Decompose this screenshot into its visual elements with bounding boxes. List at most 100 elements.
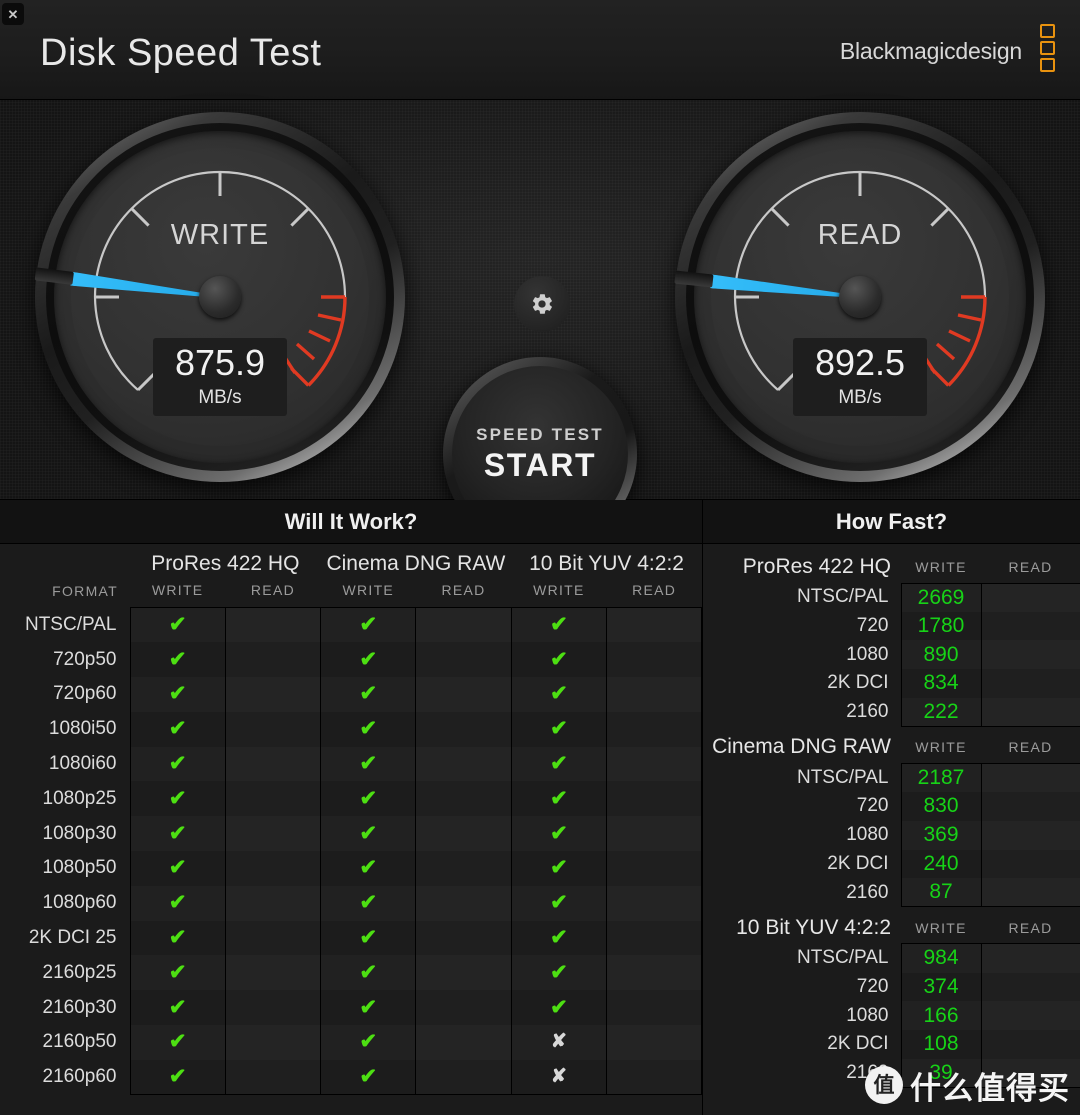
compat-cell-read [415,746,512,782]
table-row: 2K DCI 25 ✔ ✔ ✔ [0,920,703,956]
page-title: Disk Speed Test [40,32,322,74]
compat-cell-write: ✔ [320,711,416,747]
check-icon: ✔ [168,613,187,637]
will-it-work-table: ProRes 422 HQ Cinema DNG RAW 10 Bit YUV … [0,544,703,1096]
resolution-row-label: 720 [856,795,889,817]
resolution-row-label: NTSC/PAL [796,947,889,969]
how-fast-header: How Fast? [703,500,1080,544]
cross-icon: ✘ [550,1066,567,1087]
will-it-work-header: Will It Work? [0,500,702,544]
compat-cell-write: ✔ [510,955,607,991]
table-row: 1080i50 ✔ ✔ ✔ [0,711,703,747]
close-icon[interactable]: ✕ [2,3,24,25]
table-row: 2K DCI 834 [703,669,1080,698]
compat-cell-write: ✔ [129,642,226,678]
compat-cell-read [606,816,703,852]
resolution-row-label: 1080 [846,1004,889,1026]
table-row: 1080 890 [703,640,1080,670]
check-icon: ✔ [168,821,187,845]
table-sub-header-row: FORMAT WRITE READ WRITE READ WRITE READ [0,578,702,608]
compat-cell-read [606,711,703,747]
cross-icon: ✘ [550,1031,567,1053]
check-icon: ✔ [359,786,378,810]
compat-cell-read [606,607,703,643]
table-row: 2160 87 [703,878,1080,908]
speed-cell-write: 1780 [900,611,981,641]
compat-cell-read [606,955,703,991]
table-row: 720p60 ✔ ✔ ✔ [0,677,703,712]
compat-cell-write: ✔ [320,920,416,956]
start-button-subtitle: SPEED TEST [476,424,604,444]
start-button-label: START [483,446,597,483]
compat-cell-read [415,781,512,817]
format-row-label: 2160p30 [42,996,117,1018]
check-icon: ✔ [359,1030,378,1054]
write-gauge: WRITE 875.9 MB/s [34,112,405,482]
sub-header-read: READ [1008,558,1053,575]
table-row: 2160p60 ✔ ✔ ✘ [0,1059,703,1096]
how-fast-panel: How Fast? ProRes 422 HQ WRITE READ NTSC/PAL… [703,500,1080,1115]
speed-cell-read [980,972,1080,1002]
check-icon: ✔ [168,891,187,915]
resolution-row-label: 720 [856,615,889,637]
compat-cell-read [415,607,512,643]
sub-header-write: WRITE [915,919,967,936]
check-icon: ✔ [359,752,378,776]
gear-icon [532,294,552,314]
compat-cell-read [606,1025,703,1060]
compat-cell-write: ✔ [129,851,226,886]
compat-cell-write: ✔ [129,677,226,712]
compat-cell-write: ✔ [129,885,226,921]
check-icon: ✔ [550,856,568,880]
format-row-label: 2160p25 [42,961,117,983]
speed-cell-read [980,849,1080,879]
speed-cell-write: 240 [900,849,981,879]
resolution-row-label: 720 [856,975,889,997]
compat-cell-read [224,781,321,817]
write-value: 875.9 [174,342,266,383]
speed-cell-read [980,820,1080,850]
disk-speed-test-window: ✕ Disk Speed Test Blackmagicdesign WRITE… [0,0,1080,1115]
compat-cell-write: ✔ [320,1025,416,1060]
compat-cell-read [224,607,321,643]
speed-cell-write: 374 [900,972,981,1002]
format-row-label: 1080p25 [42,787,117,809]
how-fast-table: ProRes 422 HQ WRITE READ NTSC/PAL 2669 720 178… [703,546,1080,1088]
how-fast-group-header-row: 10 Bit YUV 4:2:2 WRITE READ [703,907,1080,944]
check-icon: ✔ [168,752,187,776]
check-icon: ✔ [359,856,378,880]
speed-cell-write: 39 [900,1058,981,1088]
compat-cell-write: ✔ [320,1059,416,1096]
table-row: 2160 39 [703,1058,1080,1088]
check-icon: ✔ [168,647,187,671]
check-icon: ✔ [359,682,378,706]
compat-cell-write: ✘ [510,1025,607,1060]
compat-cell-write: ✔ [320,885,416,921]
check-icon: ✔ [168,856,187,880]
table-row: 1080p30 ✔ ✔ ✔ [0,816,703,852]
sub-header-read: READ [1008,919,1053,936]
resolution-row-label: NTSC/PAL [796,586,889,608]
compat-cell-read [224,990,321,1026]
compat-cell-read [606,677,703,712]
format-row-label: 2160p50 [42,1031,117,1053]
resolution-row-label: NTSC/PAL [796,766,889,788]
how-fast-group-label: ProRes 422 HQ [742,555,891,578]
settings-button[interactable] [514,276,570,332]
compat-cell-write: ✔ [129,1025,226,1060]
write-unit: MB/s [198,387,242,408]
group-header-yuv: 10 Bit YUV 4:2:2 [529,552,684,575]
table-row: 2160p30 ✔ ✔ ✔ [0,990,703,1026]
format-row-label: 1080p60 [42,892,117,914]
table-row: 720 374 [703,972,1080,1002]
group-header-prores: ProRes 422 HQ [151,552,300,575]
check-icon: ✔ [168,960,187,984]
compat-cell-write: ✔ [320,955,416,991]
speed-cell-read [980,669,1080,698]
speed-cell-write: 369 [900,820,981,850]
compat-cell-write: ✔ [320,677,416,712]
speed-cell-write: 984 [900,943,981,973]
compat-cell-read [606,1059,703,1096]
check-icon: ✔ [359,960,378,984]
read-value: 892.5 [814,342,906,383]
